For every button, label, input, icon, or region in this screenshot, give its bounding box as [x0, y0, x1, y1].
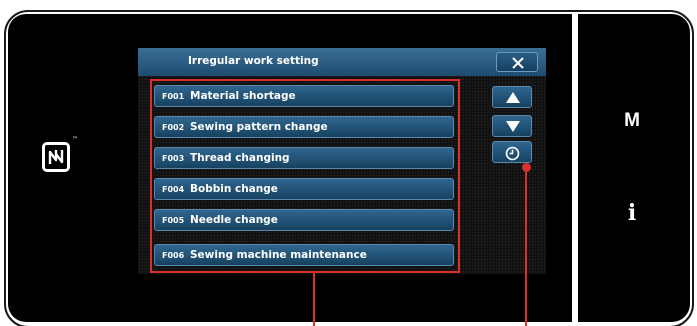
scroll-up-icon [506, 92, 520, 103]
scroll-up-button[interactable] [492, 86, 532, 108]
key-panel [578, 14, 690, 322]
clock-icon [505, 146, 520, 161]
clock-callout-line [525, 170, 527, 326]
title-bar: Irregular work setting [138, 48, 546, 76]
menu-key[interactable]: M [612, 110, 652, 132]
page-title: Irregular work setting [188, 55, 319, 67]
scroll-down-button[interactable] [492, 115, 532, 137]
info-key[interactable]: i [612, 200, 652, 226]
close-icon [512, 57, 524, 69]
scroll-down-icon [506, 121, 520, 132]
list-callout-box [150, 79, 460, 273]
list-callout-line [313, 273, 315, 326]
nfc-icon [42, 142, 70, 172]
close-button[interactable] [496, 52, 538, 72]
nfc-trademark: ™ [72, 136, 78, 143]
clock-button[interactable] [492, 141, 532, 163]
